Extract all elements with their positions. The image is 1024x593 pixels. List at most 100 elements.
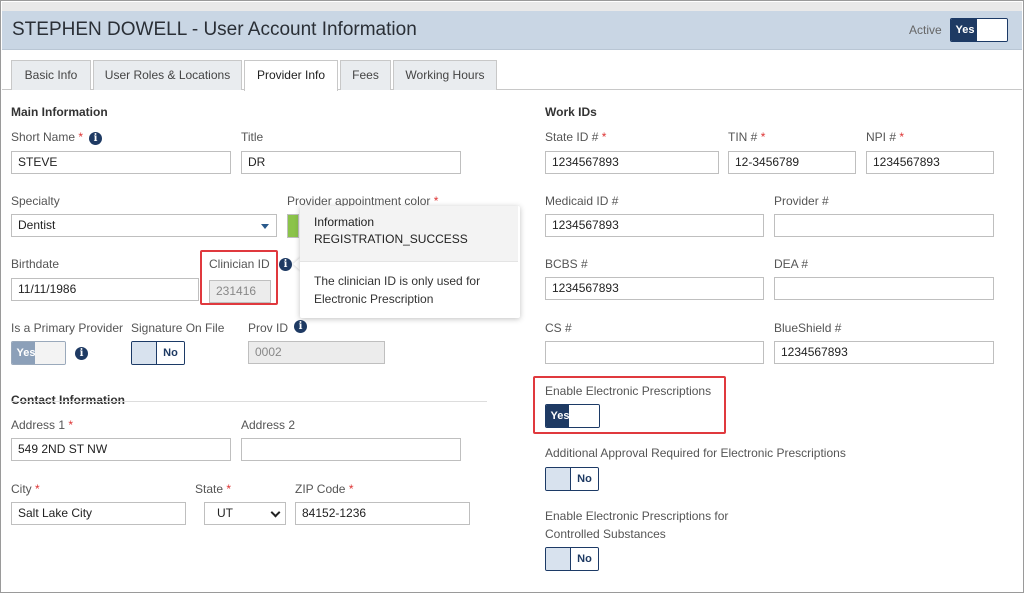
- provider-num-label: Provider #: [774, 194, 829, 208]
- npi-label: NPI # *: [866, 130, 904, 144]
- eprescribe-highlight: [533, 376, 726, 434]
- specialty-value: Dentist: [18, 218, 56, 232]
- state-id-label-text: State ID #: [545, 130, 599, 144]
- tab-fees[interactable]: Fees: [340, 60, 391, 90]
- controlled-toggle[interactable]: No: [545, 547, 599, 571]
- cs-label: CS #: [545, 321, 572, 335]
- signature-toggle-no: No: [156, 342, 184, 364]
- bcbs-label: BCBS #: [545, 257, 588, 271]
- state-select[interactable]: UT: [204, 502, 286, 525]
- primary-provider-toggle-track: [35, 342, 65, 364]
- title-input[interactable]: DR: [241, 151, 461, 174]
- specialty-select[interactable]: Dentist: [11, 214, 277, 237]
- controlled-toggle-track: [546, 548, 570, 570]
- tin-label: TIN # *: [728, 130, 765, 144]
- page-title: STEPHEN DOWELL - User Account Informatio…: [12, 19, 417, 40]
- dea-label: DEA #: [774, 257, 809, 271]
- required-marker: *: [68, 418, 74, 432]
- approval-toggle-track: [546, 468, 570, 490]
- controlled-label-line1: Enable Electronic Prescriptions for: [545, 509, 729, 523]
- provider-num-input[interactable]: [774, 214, 994, 237]
- tooltip-subtitle: REGISTRATION_SUCCESS: [314, 232, 468, 246]
- address1-input[interactable]: 549 2ND ST NW: [11, 438, 231, 461]
- zip-input[interactable]: 84152-1236: [295, 502, 470, 525]
- section-divider: [11, 401, 487, 402]
- state-id-label: State ID # *: [545, 130, 606, 144]
- blueshield-label: BlueShield #: [774, 321, 842, 335]
- page-header: STEPHEN DOWELL - User Account Informatio…: [2, 11, 1022, 50]
- chevron-down-icon: [270, 507, 281, 518]
- active-toggle-track: [977, 19, 1007, 41]
- state-label-text: State: [195, 482, 224, 496]
- required-marker: *: [35, 482, 40, 496]
- dea-input[interactable]: [774, 277, 994, 300]
- specialty-label: Specialty: [11, 194, 60, 208]
- tab-working-hours[interactable]: Working Hours: [393, 60, 497, 90]
- prov-id-info-icon[interactable]: i: [294, 320, 307, 333]
- required-marker: *: [899, 130, 905, 144]
- info-tooltip: Information REGISTRATION_SUCCESS The cli…: [300, 206, 520, 318]
- primary-provider-info-icon[interactable]: i: [75, 347, 88, 360]
- tab-user-roles-locations[interactable]: User Roles & Locations: [93, 60, 242, 90]
- state-label: State *: [195, 482, 231, 496]
- prov-id-label: Prov ID: [248, 321, 289, 335]
- controlled-toggle-no: No: [570, 548, 598, 570]
- medicaid-input[interactable]: 1234567893: [545, 214, 764, 237]
- short-name-label: Short Name *: [11, 130, 83, 144]
- city-label-text: City: [11, 482, 32, 496]
- signature-label: Signature On File: [131, 321, 225, 335]
- short-name-input[interactable]: STEVE: [11, 151, 231, 174]
- tin-input[interactable]: 12-3456789: [728, 151, 856, 174]
- state-value: UT: [217, 506, 233, 520]
- active-toggle[interactable]: Yes: [950, 18, 1008, 42]
- controlled-label-line2: Controlled Substances: [545, 527, 666, 541]
- work-ids-title: Work IDs: [545, 105, 597, 119]
- tin-label-text: TIN #: [728, 130, 758, 144]
- npi-label-text: NPI #: [866, 130, 897, 144]
- active-label: Active: [909, 23, 942, 37]
- clinician-info-icon[interactable]: i: [279, 258, 292, 271]
- info-icon[interactable]: i: [89, 132, 102, 145]
- required-marker: *: [760, 130, 766, 144]
- blueshield-input[interactable]: 1234567893: [774, 341, 994, 364]
- tooltip-title: Information: [314, 215, 375, 229]
- tooltip-header: Information REGISTRATION_SUCCESS: [300, 206, 518, 262]
- address1-label-text: Address 1: [11, 418, 66, 432]
- city-label: City *: [11, 482, 40, 496]
- tab-bar: Basic Info User Roles & Locations Provid…: [2, 50, 1022, 91]
- primary-provider-label: Is a Primary Provider: [11, 321, 124, 335]
- state-id-input[interactable]: 1234567893: [545, 151, 719, 174]
- main-info-title: Main Information: [11, 105, 108, 119]
- title-label: Title: [241, 130, 264, 144]
- address2-input[interactable]: [241, 438, 461, 461]
- zip-label-text: ZIP Code: [295, 482, 346, 496]
- zip-label: ZIP Code *: [295, 482, 354, 496]
- medicaid-label: Medicaid ID #: [545, 194, 619, 208]
- signature-toggle[interactable]: No: [131, 341, 185, 365]
- address2-label: Address 2: [241, 418, 296, 432]
- appt-color-swatch[interactable]: [287, 214, 299, 238]
- birthdate-input[interactable]: 11/11/1986: [11, 278, 199, 301]
- app-window: STEPHEN DOWELL - User Account Informatio…: [0, 0, 1024, 593]
- required-marker: *: [78, 130, 84, 144]
- city-input[interactable]: Salt Lake City: [11, 502, 186, 525]
- required-marker: *: [226, 482, 232, 496]
- birthdate-label: Birthdate: [11, 257, 60, 271]
- bcbs-input[interactable]: 1234567893: [545, 277, 764, 300]
- approval-toggle[interactable]: No: [545, 467, 599, 491]
- cs-input[interactable]: [545, 341, 764, 364]
- npi-input[interactable]: 1234567893: [866, 151, 994, 174]
- short-name-label-text: Short Name: [11, 130, 76, 144]
- primary-provider-toggle[interactable]: Yes: [11, 341, 66, 365]
- tooltip-body: The clinician ID is only used for Electr…: [314, 274, 481, 306]
- address1-label: Address 1 *: [11, 418, 73, 432]
- tab-basic-info[interactable]: Basic Info: [11, 60, 91, 90]
- contact-info-title: Contact Information: [11, 393, 125, 407]
- tab-provider-info[interactable]: Provider Info: [244, 60, 338, 91]
- required-marker: *: [601, 130, 607, 144]
- top-strip: [2, 2, 1022, 11]
- approval-toggle-no: No: [570, 468, 598, 490]
- signature-toggle-track: [132, 342, 156, 364]
- dropdown-arrow-icon: [261, 224, 269, 229]
- approval-label: Additional Approval Required for Electro…: [545, 446, 846, 460]
